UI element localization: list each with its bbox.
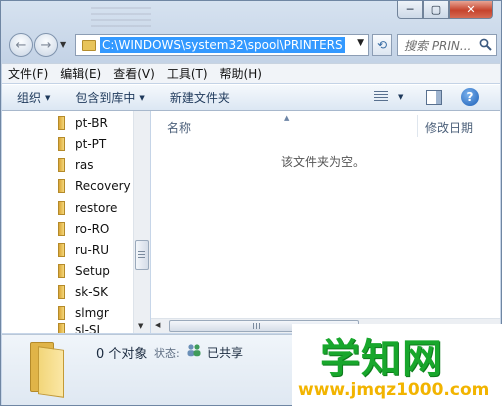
close-icon: ✕ [466, 3, 476, 16]
tree-item[interactable]: Setup [58, 261, 110, 281]
arrow-left-icon: ← [15, 37, 27, 53]
tree-item-label: ru-RU [75, 243, 109, 257]
menu-tools[interactable]: 工具(T) [167, 65, 208, 82]
navigation-pane: pt-BR pt-PT ras Recovery restore ro-RO r… [2, 111, 150, 333]
tree-item-label: sk-SK [75, 285, 109, 299]
command-bar: 组织 ▼ 包含到库中 ▼ 新建文件夹 ▼ ? [2, 84, 500, 111]
folder-icon [58, 264, 65, 278]
folder-icon [58, 222, 65, 236]
folder-icon [58, 323, 65, 333]
scrollbar-grip [253, 323, 262, 329]
menu-file[interactable]: 文件(F) [8, 65, 48, 82]
tree-item[interactable]: slmgr [58, 303, 109, 323]
tree-item[interactable]: restore [58, 198, 117, 218]
tree-item-label: ras [75, 158, 94, 172]
chevron-down-icon[interactable]: ▼ [398, 93, 403, 101]
tree-item[interactable]: ro-RO [58, 219, 109, 239]
chevron-down-icon: ▼ [45, 93, 51, 102]
folder-icon [58, 137, 65, 151]
new-folder-button[interactable]: 新建文件夹 [170, 89, 230, 106]
arrow-right-icon: → [40, 37, 52, 53]
help-icon[interactable]: ? [461, 88, 479, 106]
column-name-header[interactable]: 名称 [167, 119, 191, 136]
include-in-library-button[interactable]: 包含到库中 ▼ [75, 89, 144, 106]
tree-item-label: Setup [75, 264, 110, 278]
watermark-title: 学知网 [320, 336, 443, 382]
back-button[interactable]: ← [9, 33, 33, 57]
scrollbar-grip [138, 251, 145, 259]
search-box[interactable]: 搜索 PRIN... [397, 34, 497, 56]
folder-icon [30, 342, 66, 398]
navigation-bar: ← → ▼ C:\WINDOWS\system32\spool\PRINTERS… [7, 31, 497, 59]
state-label: 状态: [154, 347, 180, 360]
minimize-icon: ─ [406, 3, 414, 16]
preview-pane-icon[interactable] [426, 90, 442, 105]
folder-icon [58, 285, 65, 299]
new-folder-label: 新建文件夹 [169, 91, 230, 105]
column-headers: 名称 ▲ 修改日期 [151, 114, 500, 137]
column-date-header[interactable]: 修改日期 [425, 119, 473, 136]
folder-icon [82, 39, 96, 51]
file-list-pane: 名称 ▲ 修改日期 该文件夹为空。 ◀ [151, 111, 500, 333]
state-value: 已共享 [207, 346, 244, 360]
address-bar[interactable]: C:\WINDOWS\system32\spool\PRINTERS ▼ [75, 34, 369, 56]
title-area-decoration [91, 7, 151, 29]
chevron-down-icon: ▼ [139, 93, 145, 102]
folder-icon [58, 158, 65, 172]
forward-button[interactable]: → [34, 33, 58, 57]
item-count: 0 个对象 [96, 347, 148, 362]
organize-label: 组织 [17, 91, 42, 105]
tree-item[interactable]: sk-SK [58, 282, 108, 302]
tree-item-label: pt-BR [75, 116, 108, 130]
organize-button[interactable]: 组织 ▼ [17, 89, 50, 106]
menu-help[interactable]: 帮助(H) [220, 65, 262, 82]
tree-item[interactable]: sl-SI [58, 323, 100, 333]
maximize-button[interactable]: ▢ [423, 1, 449, 19]
recent-pages-dropdown[interactable]: ▼ [60, 40, 66, 49]
sort-ascending-icon: ▲ [284, 114, 290, 122]
scroll-left-arrow[interactable]: ◀ [155, 321, 160, 329]
tree-item-label: restore [75, 201, 118, 215]
address-path[interactable]: C:\WINDOWS\system32\spool\PRINTERS [100, 37, 345, 53]
tree-item-label: slmgr [75, 306, 109, 320]
menu-bar: 文件(F) 编辑(E) 查看(V) 工具(T) 帮助(H) [2, 63, 500, 83]
minimize-button[interactable]: ─ [397, 1, 423, 19]
folder-icon [58, 201, 65, 215]
tree-item[interactable]: pt-BR [58, 113, 108, 133]
address-dropdown-button[interactable]: ▼ [357, 38, 364, 48]
tree-item[interactable]: pt-PT [58, 134, 106, 154]
tree-item-label: pt-PT [75, 137, 107, 151]
refresh-icon: ⟲ [376, 38, 388, 52]
folder-icon [58, 116, 65, 130]
search-icon[interactable] [479, 38, 492, 51]
folder-icon [58, 243, 65, 257]
menu-edit[interactable]: 编辑(E) [60, 65, 101, 82]
shared-users-icon [187, 344, 201, 357]
menu-view[interactable]: 查看(V) [113, 65, 155, 82]
tree-item-label: sl-SI [75, 323, 101, 333]
watermark-url: www.jmqz1000.com [298, 380, 490, 400]
empty-folder-message: 该文件夹为空。 [281, 155, 366, 169]
refresh-button[interactable]: ⟲ [372, 34, 392, 56]
navigation-scrollbar[interactable]: ▼ [133, 111, 150, 333]
folder-icon [58, 179, 65, 193]
tree-item-label: ro-RO [75, 222, 110, 236]
include-in-library-label: 包含到库中 [75, 91, 136, 105]
search-placeholder: 搜索 PRIN... [404, 38, 472, 53]
close-button[interactable]: ✕ [449, 1, 493, 19]
tree-item[interactable]: ras [58, 155, 94, 175]
folder-icon [58, 306, 65, 320]
scroll-down-arrow[interactable]: ▼ [138, 322, 143, 330]
maximize-icon: ▢ [430, 3, 442, 16]
column-divider[interactable] [417, 115, 418, 137]
tree-item-label: Recovery [75, 179, 131, 193]
tree-item[interactable]: Recovery [58, 176, 131, 196]
view-options-icon[interactable] [374, 91, 388, 103]
caption-buttons: ─ ▢ ✕ [397, 1, 493, 19]
tree-item[interactable]: ru-RU [58, 240, 109, 260]
